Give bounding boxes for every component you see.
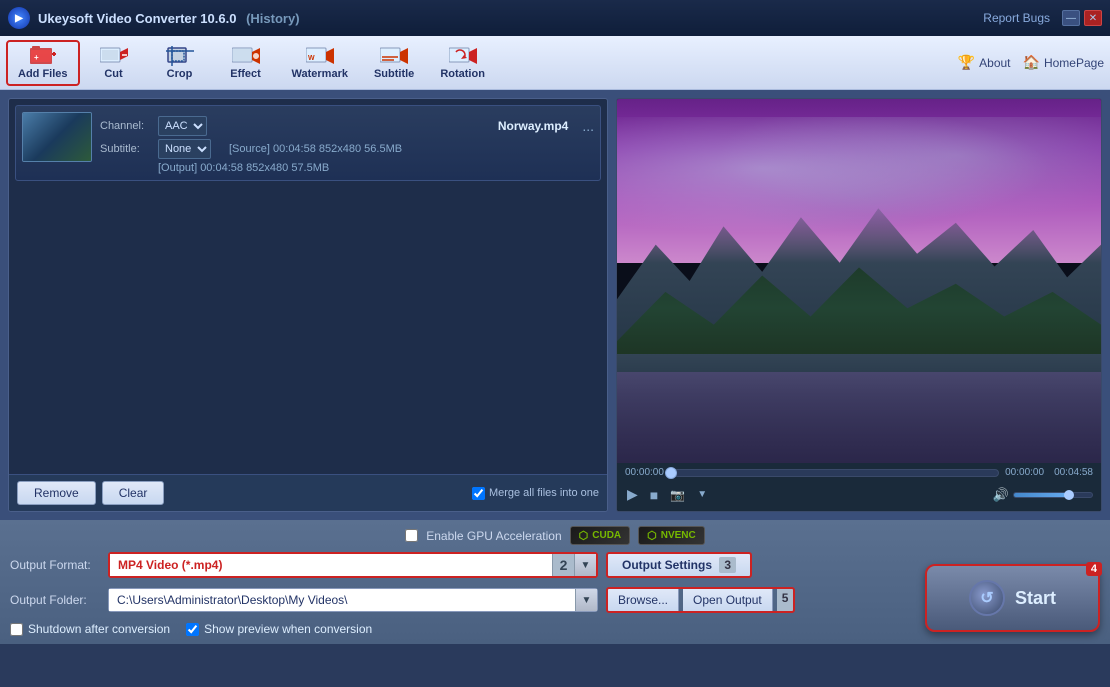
play-button[interactable]: ▶ — [625, 484, 640, 505]
start-num-badge: 4 — [1086, 562, 1102, 576]
minimize-button[interactable]: — — [1062, 10, 1080, 26]
volume-icon: 🔊 — [993, 487, 1009, 503]
cut-icon — [100, 46, 128, 66]
shutdown-option[interactable]: Shutdown after conversion — [10, 622, 170, 636]
preview-video — [617, 99, 1101, 463]
time-end: 00:04:58 — [1054, 467, 1093, 478]
report-bugs-link[interactable]: Report Bugs — [983, 11, 1050, 25]
time-current: 00:00:00 — [625, 467, 664, 478]
titlebar: ▶ Ukeysoft Video Converter 10.6.0 (Histo… — [0, 0, 1110, 36]
app-logo: ▶ — [8, 7, 30, 29]
format-value: MP4 Video (*.mp4) — [110, 554, 552, 576]
folder-select-wrapper: C:\Users\Administrator\Desktop\My Videos… — [108, 588, 598, 612]
app-window: ▶ Ukeysoft Video Converter 10.6.0 (Histo… — [0, 0, 1110, 687]
preview-option[interactable]: Show preview when conversion — [186, 622, 372, 636]
output-folder-label: Output Folder: — [10, 593, 100, 607]
watermark-icon: W — [306, 46, 334, 66]
output-settings-button[interactable]: Output Settings 3 — [606, 552, 752, 578]
stop-button[interactable]: ■ — [648, 485, 660, 505]
main-area: Channel: AAC Norway.mp4 ... Subtitle: — [0, 90, 1110, 520]
gpu-row: Enable GPU Acceleration ⬡ CUDA ⬡ NVENC — [10, 526, 1100, 545]
rotation-button[interactable]: Rotation — [428, 40, 497, 86]
start-icon: ↺ — [969, 580, 1005, 616]
time-mid: 00:00:00 — [1005, 467, 1044, 478]
channel-select[interactable]: AAC — [158, 116, 207, 136]
crop-icon — [166, 46, 194, 66]
shutdown-checkbox[interactable] — [10, 623, 23, 636]
crop-button[interactable]: Crop — [148, 40, 212, 86]
file-metadata: Channel: AAC Norway.mp4 ... Subtitle: — [100, 112, 594, 174]
file-thumbnail — [22, 112, 92, 162]
folder-buttons: Browse... Open Output 5 — [606, 587, 795, 613]
file-item[interactable]: Channel: AAC Norway.mp4 ... Subtitle: — [15, 105, 601, 181]
toolbar: + Add Files Cut Crop Effect W — [0, 36, 1110, 90]
app-title: Ukeysoft Video Converter 10.6.0 (History… — [38, 11, 983, 26]
start-button[interactable]: ↺ Start 4 — [925, 564, 1100, 632]
svg-text:W: W — [308, 55, 315, 62]
shutdown-label: Shutdown after conversion — [28, 622, 170, 636]
subtitle-button[interactable]: Subtitle — [362, 40, 426, 86]
cut-button[interactable]: Cut — [82, 40, 146, 86]
screenshot-dropdown[interactable]: ▼ — [695, 487, 709, 502]
file-panel-bottom: Remove Clear Merge all files into one — [9, 474, 607, 511]
folder-path: C:\Users\Administrator\Desktop\My Videos… — [109, 589, 575, 611]
browse-button[interactable]: Browse... — [608, 589, 679, 611]
file-panel: Channel: AAC Norway.mp4 ... Subtitle: — [8, 98, 608, 512]
format-num-badge: 2 — [552, 554, 574, 576]
file-more-menu[interactable]: ... — [582, 118, 594, 134]
output-format-label: Output Format: — [10, 558, 100, 572]
effect-icon — [232, 46, 260, 66]
gpu-checkbox[interactable] — [405, 529, 418, 542]
folder-dropdown-button[interactable]: ▼ — [575, 589, 597, 611]
format-select-wrapper: MP4 Video (*.mp4) 2 ▼ — [108, 552, 598, 578]
open-output-button[interactable]: Open Output — [683, 589, 773, 611]
homepage-link[interactable]: 🏠 HomePage — [1023, 54, 1104, 71]
clear-button[interactable]: Clear — [102, 481, 165, 505]
about-link[interactable]: 🏆 About — [958, 54, 1011, 71]
add-files-button[interactable]: + Add Files — [6, 40, 80, 86]
start-button-wrapper: ↺ Start 4 — [925, 564, 1100, 632]
preview-controls: 00:00:00 00:00:00 00:04:58 ▶ ■ 📷 ▼ 🔊 — [617, 463, 1101, 511]
gpu-label: Enable GPU Acceleration — [426, 529, 561, 543]
rotation-icon — [449, 46, 477, 66]
add-files-icon: + — [29, 46, 57, 66]
format-dropdown-button[interactable]: ▼ — [574, 554, 596, 576]
volume-track[interactable] — [1013, 492, 1093, 498]
preview-label: Show preview when conversion — [204, 622, 372, 636]
folder-num-badge: 5 — [777, 589, 794, 611]
watermark-button[interactable]: W Watermark — [280, 40, 360, 86]
close-button[interactable]: ✕ — [1084, 10, 1102, 26]
file-list: Channel: AAC Norway.mp4 ... Subtitle: — [9, 99, 607, 474]
nvenc-badge: ⬡ NVENC — [638, 526, 705, 545]
remove-button[interactable]: Remove — [17, 481, 96, 505]
window-controls: — ✕ — [1062, 10, 1102, 26]
preview-panel: 00:00:00 00:00:00 00:04:58 ▶ ■ 📷 ▼ 🔊 — [616, 98, 1102, 512]
merge-label: Merge all files into one — [489, 487, 599, 499]
toolbar-right: 🏆 About 🏠 HomePage — [958, 54, 1104, 71]
subtitle-icon — [380, 46, 408, 66]
merge-checkbox[interactable] — [472, 487, 485, 500]
svg-text:+: + — [34, 53, 39, 62]
preview-checkbox[interactable] — [186, 623, 199, 636]
merge-checkbox-wrapper[interactable]: Merge all files into one — [472, 487, 599, 500]
progress-track[interactable] — [670, 469, 999, 477]
effect-button[interactable]: Effect — [214, 40, 278, 86]
subtitle-select[interactable]: None — [158, 139, 211, 159]
cuda-badge: ⬡ CUDA — [570, 526, 631, 545]
screenshot-button[interactable]: 📷 — [668, 486, 687, 504]
